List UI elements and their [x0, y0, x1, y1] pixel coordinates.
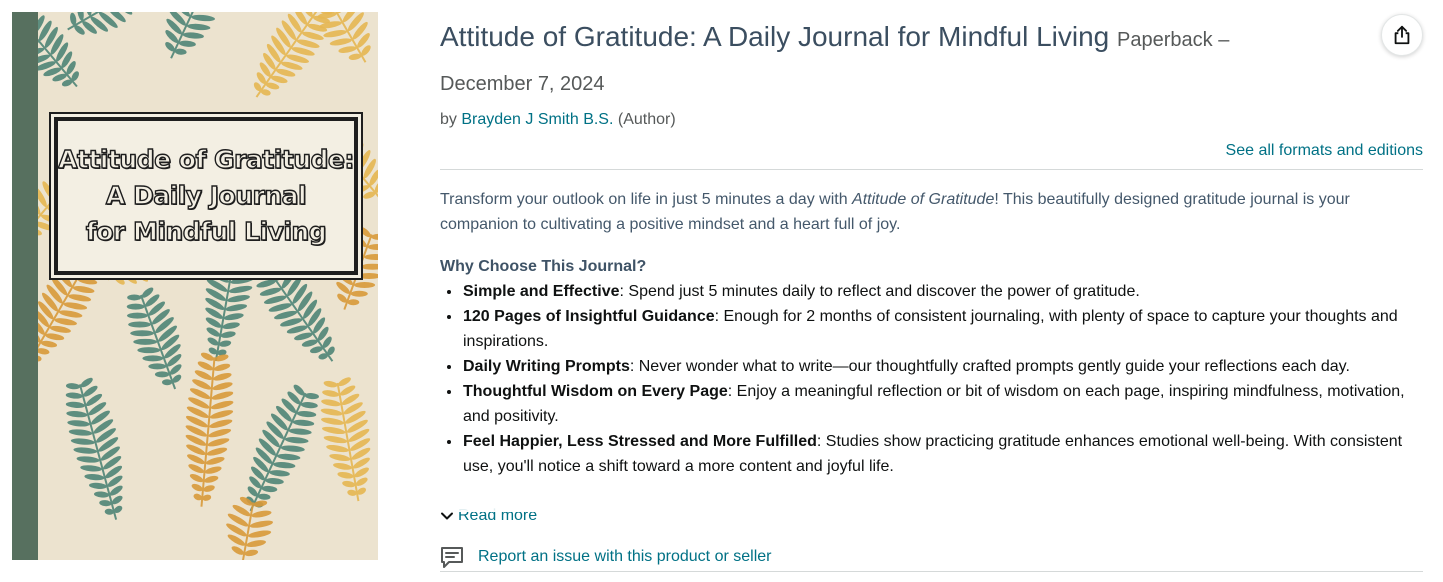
- product-title: Attitude of Gratitude: A Daily Journal f…: [440, 14, 1423, 105]
- share-button[interactable]: [1381, 14, 1423, 56]
- intro-italic-title: Attitude of Gratitude: [852, 191, 995, 208]
- feature-title: Feel Happier, Less Stressed and More Ful…: [463, 433, 817, 450]
- feature-item: Thoughtful Wisdom on Every Page: Enjoy a…: [462, 379, 1423, 429]
- description-subhead: Why Choose This Journal?: [440, 258, 647, 275]
- feature-item: 120 Pages of Insightful Guidance: Enough…: [462, 304, 1423, 354]
- feature-title: Daily Writing Prompts: [463, 358, 630, 375]
- share-icon: [1394, 25, 1410, 45]
- feature-item: Simple and Effective: Spend just 5 minut…: [462, 279, 1423, 304]
- product-details: Attitude of Gratitude: A Daily Journal f…: [440, 14, 1423, 572]
- cover-title-line-1: Attitude of Gratitude:: [57, 144, 355, 174]
- feature-text: : Spend just 5 minutes daily to reflect …: [619, 283, 1140, 300]
- format-label: Paperback: [1117, 29, 1213, 51]
- byline-prefix: by: [440, 111, 457, 128]
- cover-spine: [12, 12, 38, 560]
- feature-text: : Never wonder what to write—our thought…: [629, 358, 1350, 375]
- fern-leaf: [165, 12, 215, 59]
- title-row: Attitude of Gratitude: A Daily Journal f…: [440, 14, 1423, 105]
- report-issue-link[interactable]: Report an issue with this product or sel…: [440, 545, 1423, 569]
- description-intro: Transform your outlook on life in just 5…: [440, 187, 1423, 237]
- book-cover-image[interactable]: Attitude of Gratitude: A Daily Journal f…: [12, 12, 378, 560]
- product-description: Transform your outlook on life in just 5…: [440, 187, 1423, 512]
- feature-item: Daily Writing Prompts: Never wonder what…: [462, 354, 1423, 379]
- cover-title-line-2: A Daily Journal: [105, 180, 307, 210]
- fern-leaf: [126, 287, 182, 390]
- product-format: Paperback –: [1117, 29, 1229, 51]
- fern-leaf: [317, 12, 371, 63]
- publication-date: December 7, 2024: [440, 73, 605, 95]
- feature-title: 120 Pages of Insightful Guidance: [463, 308, 715, 325]
- feature-list: Simple and Effective: Spend just 5 minut…: [462, 279, 1423, 479]
- report-issue-label: Report an issue with this product or sel…: [478, 548, 772, 565]
- byline: by Brayden J Smith B.S. (Author): [440, 109, 1423, 131]
- feedback-icon: [441, 547, 463, 568]
- cover-title-line-3: for Mindful Living: [85, 216, 327, 247]
- feature-item: Feel Happier, Less Stressed and More Ful…: [462, 429, 1423, 479]
- feature-title: Thoughtful Wisdom on Every Page: [463, 383, 728, 400]
- divider: [440, 571, 1423, 572]
- product-title-text: Attitude of Gratitude: A Daily Journal f…: [440, 21, 1110, 52]
- fern-leaf: [320, 377, 371, 502]
- format-separator: –: [1218, 29, 1230, 51]
- intro-text-1: Transform your outlook on life in just 5…: [440, 191, 853, 208]
- divider: [440, 169, 1423, 170]
- fern-leaf: [226, 496, 273, 560]
- fern-leaf: [67, 12, 133, 35]
- author-link[interactable]: Brayden J Smith B.S.: [461, 111, 613, 128]
- description-fade: [440, 490, 1423, 512]
- fern-leaf: [65, 377, 123, 520]
- cover-title-box: Attitude of Gratitude: A Daily Journal f…: [54, 117, 358, 275]
- see-all-formats-link[interactable]: See all formats and editions: [440, 140, 1423, 162]
- fern-leaf: [185, 352, 234, 507]
- feature-title: Simple and Effective: [463, 283, 620, 300]
- author-role: (Author): [617, 111, 676, 128]
- fern-pattern: [38, 12, 378, 560]
